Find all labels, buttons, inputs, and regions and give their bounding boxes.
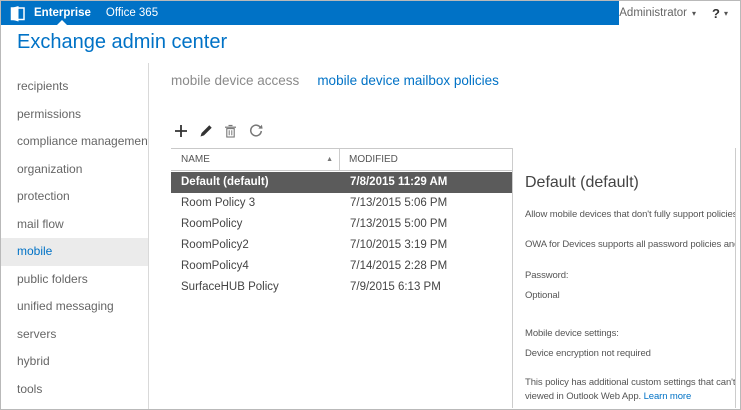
detail-owa-text: OWA for Devices supports all password po… [525,239,735,250]
brand-tab-enterprise[interactable]: Enterprise [34,1,91,25]
policy-name-cell: RoomPolicy4 [171,256,340,277]
chevron-down-icon: ▾ [724,9,728,18]
sidebar-item-protection[interactable]: protection [1,183,148,211]
policy-name-cell: Room Policy 3 [171,193,340,214]
refresh-icon [249,124,263,138]
sidebar-item-compliance-management[interactable]: compliance management [1,128,148,156]
edit-icon [199,124,213,138]
policy-name-cell: RoomPolicy2 [171,235,340,256]
policy-rows: Default (default) 7/8/2015 11:29 AM Room… [171,172,512,298]
brand-tab-office-365[interactable]: Office 365 [106,1,158,25]
exchange-admin-center-window: Enterprise Office 365 Administrator ▾ ? ▾… [0,0,741,410]
table-row-roompolicy4[interactable]: RoomPolicy4 7/14/2015 2:28 PM [171,256,512,277]
sidebar-item-recipients[interactable]: recipients [1,73,148,101]
detail-policy-support-text: Allow mobile devices that don't fully su… [525,209,735,220]
brand-tabs: Enterprise Office 365 [34,1,158,25]
table-row-room-policy-3[interactable]: Room Policy 3 7/13/2015 5:06 PM [171,193,512,214]
custom-settings-note-text: viewed in Outlook Web App. [525,391,641,402]
table-row-surfacehub-policy[interactable]: SurfaceHUB Policy 7/9/2015 6:13 PM [171,277,512,298]
top-bar-brand-area: Enterprise Office 365 [1,1,619,25]
add-icon [174,124,188,138]
refresh-button[interactable] [247,122,264,139]
top-bar-right: Administrator ▾ ? ▾ [619,1,740,25]
office-logo-icon [9,5,26,22]
sidebar-item-public-folders[interactable]: public folders [1,266,148,294]
sidebar-item-tools[interactable]: tools [1,376,148,404]
chevron-down-icon: ▾ [692,9,696,18]
sidebar-item-permissions[interactable]: permissions [1,101,148,129]
password-label: Password: [525,270,735,281]
detail-pane: Default (default) Allow mobile devices t… [512,148,735,408]
table-row-roompolicy2[interactable]: RoomPolicy2 7/10/2015 3:19 PM [171,235,512,256]
column-header-name-label: NAME [181,154,210,165]
top-bar: Enterprise Office 365 Administrator ▾ ? ▾ [1,1,740,25]
column-header-modified-label: MODIFIED [349,154,398,165]
sidebar-item-hybrid[interactable]: hybrid [1,348,148,376]
policy-name-cell: RoomPolicy [171,214,340,235]
column-header-modified[interactable]: MODIFIED [340,149,398,170]
user-menu-label: Administrator [619,7,687,19]
policy-list-view: NAME ▲ MODIFIED Default (default) 7/8/20… [171,148,736,408]
device-settings-label: Mobile device settings: [525,328,735,339]
password-value: Optional [525,290,735,301]
tab-mobile-device-mailbox-policies[interactable]: mobile device mailbox policies [317,73,499,88]
add-button[interactable] [172,122,189,139]
policy-modified-cell: 7/10/2015 3:19 PM [340,235,447,256]
view-tabs: mobile device access mobile device mailbo… [171,73,499,88]
custom-settings-note-line1: This policy has additional custom settin… [525,377,735,388]
toolbar [172,122,264,139]
detail-title: Default (default) [525,174,735,192]
sort-ascending-icon: ▲ [326,156,333,163]
help-icon: ? [712,6,720,21]
policy-name-cell: SurfaceHUB Policy [171,277,340,298]
sidebar-item-organization[interactable]: organization [1,156,148,184]
policy-modified-cell: 7/13/2015 5:00 PM [340,214,447,235]
sidebar-item-mail-flow[interactable]: mail flow [1,211,148,239]
custom-settings-note-line2: viewed in Outlook Web App. Learn more [525,391,735,402]
delete-icon [224,124,237,138]
policy-name-cell: Default (default) [171,172,340,193]
learn-more-link[interactable]: Learn more [644,391,692,402]
device-settings-value: Device encryption not required [525,348,735,359]
delete-button[interactable] [222,122,239,139]
tab-mobile-device-access[interactable]: mobile device access [171,73,299,88]
table-row-default-default[interactable]: Default (default) 7/8/2015 11:29 AM [171,172,512,193]
policy-modified-cell: 7/13/2015 5:06 PM [340,193,447,214]
sidebar: recipientspermissionscompliance manageme… [1,63,149,409]
help-menu[interactable]: ? ▾ [712,6,728,21]
policy-modified-cell: 7/9/2015 6:13 PM [340,277,441,298]
edit-button[interactable] [197,122,214,139]
table-row-roompolicy[interactable]: RoomPolicy 7/13/2015 5:00 PM [171,214,512,235]
column-header-name[interactable]: NAME ▲ [171,149,340,170]
sidebar-item-servers[interactable]: servers [1,321,148,349]
sidebar-item-unified-messaging[interactable]: unified messaging [1,293,148,321]
sidebar-item-mobile[interactable]: mobile [1,238,148,266]
page-title: Exchange admin center [17,31,227,54]
policy-modified-cell: 7/14/2015 2:28 PM [340,256,447,277]
policy-modified-cell: 7/8/2015 11:29 AM [340,172,447,193]
user-menu[interactable]: Administrator ▾ [619,7,696,19]
